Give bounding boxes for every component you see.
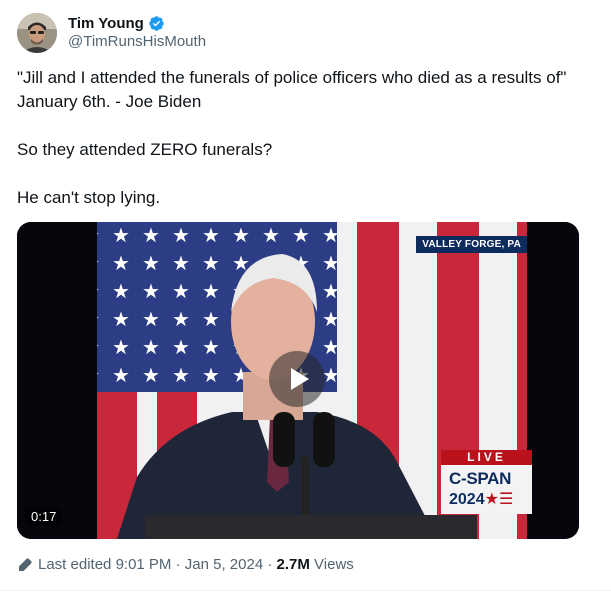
video-player[interactable]: ★ VALLEY FORG [17, 222, 579, 539]
author-handle[interactable]: @TimRunsHisMouth [68, 33, 206, 50]
tweet-paragraph: He can't stop lying. [17, 188, 161, 207]
meta-separator: · [171, 556, 185, 573]
avatar[interactable] [17, 13, 57, 53]
video-duration: 0:17 [25, 507, 63, 526]
network-year: 2024★☰ [449, 489, 513, 509]
live-badge: LIVE [441, 450, 532, 465]
tweet-paragraph: So they attended ZERO funerals? [17, 140, 273, 159]
views-count: 2.7M [276, 556, 310, 573]
meta-separator: · [263, 556, 277, 573]
network-year-mark: ★☰ [484, 491, 514, 508]
author-name[interactable]: Tim Young [68, 15, 144, 32]
verified-badge-icon [149, 15, 164, 31]
location-chyron: VALLEY FORGE, PA [416, 236, 527, 253]
divider [0, 590, 611, 591]
tweet-card: Tim Young @TimRunsHisMouth "Jill and I a… [0, 0, 611, 593]
network-year-text: 2024 [449, 491, 485, 508]
network-logo: C-SPAN 2024★☰ [441, 465, 532, 514]
edited-label[interactable]: Last edited [38, 556, 111, 573]
author-name-row: Tim Young [68, 13, 165, 33]
tweet-meta: Last edited 9:01 PM · Jan 5, 2024 · 2.7M… [17, 556, 354, 573]
tweet-text: "Jill and I attended the funerals of pol… [17, 66, 577, 210]
edit-pencil-icon [19, 557, 32, 571]
cspan-logo: LIVE C-SPAN 2024★☰ [441, 450, 532, 514]
post-date[interactable]: Jan 5, 2024 [185, 556, 263, 573]
network-name: C-SPAN [449, 469, 512, 488]
post-time[interactable]: 9:01 PM [116, 556, 172, 573]
play-button[interactable] [269, 351, 325, 407]
tweet-paragraph: "Jill and I attended the funerals of pol… [17, 68, 567, 111]
views-label: Views [309, 556, 354, 573]
